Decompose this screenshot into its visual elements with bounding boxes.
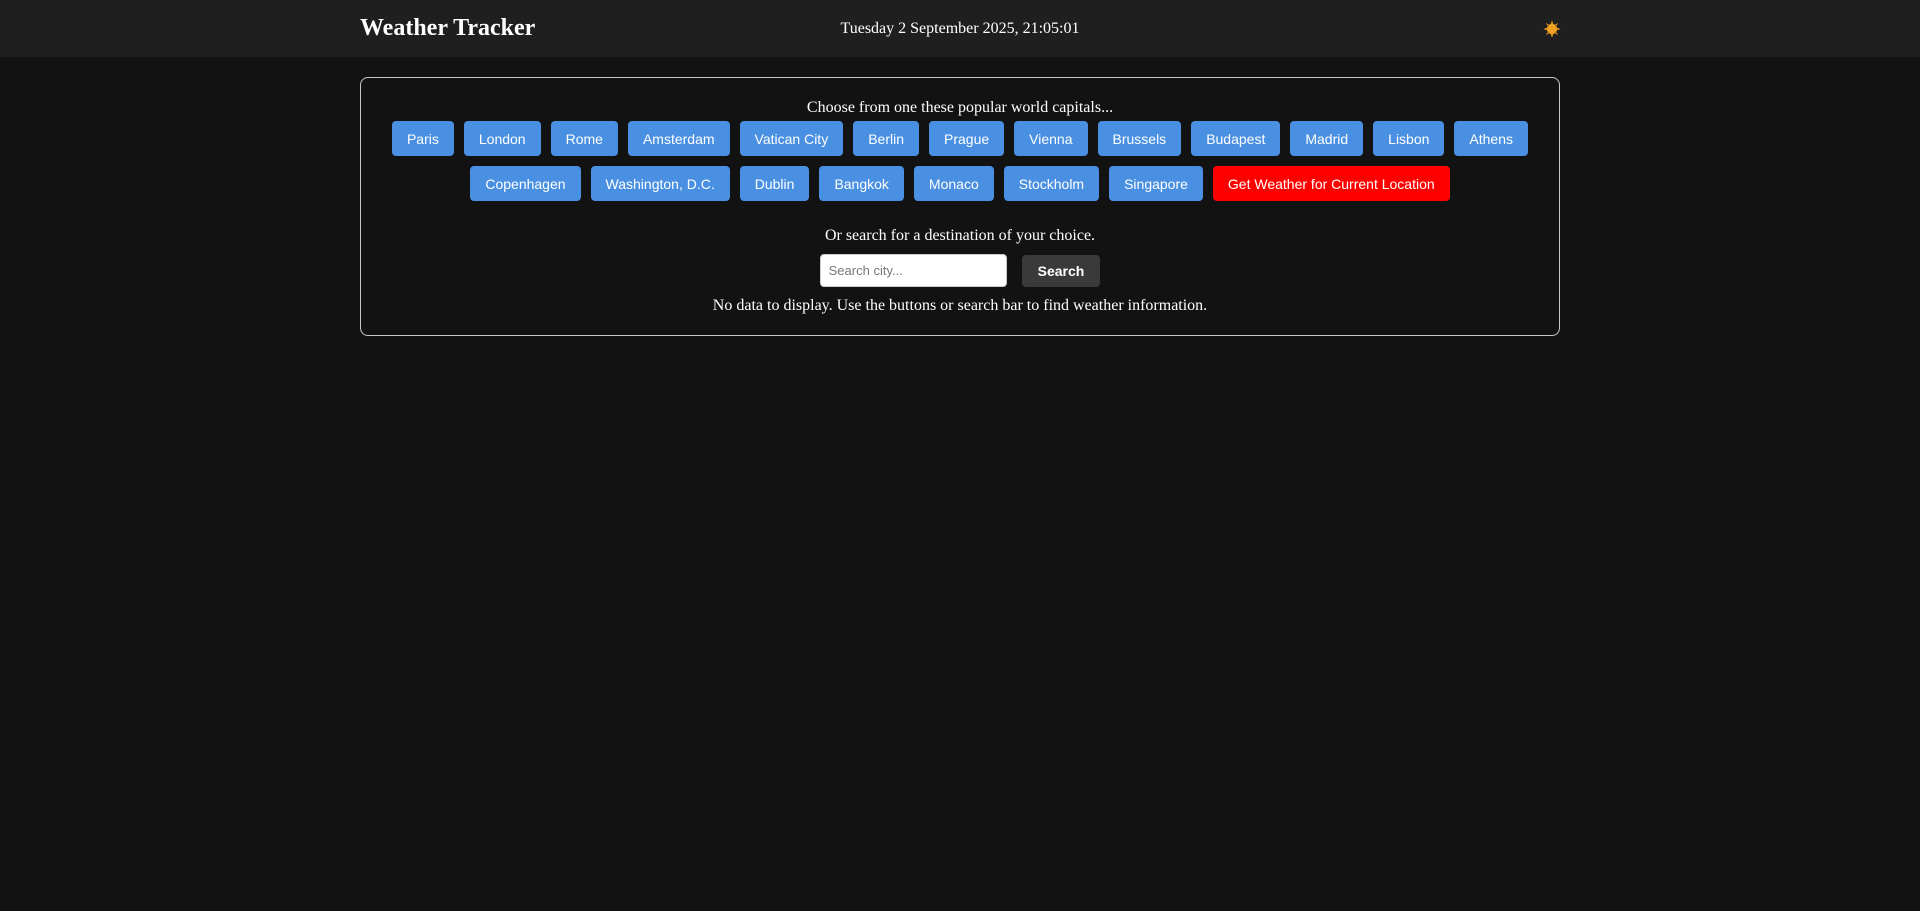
city-button-stockholm[interactable]: Stockholm bbox=[1003, 166, 1100, 201]
city-button-madrid[interactable]: Madrid bbox=[1290, 121, 1364, 156]
city-row-1: Paris London Rome Amsterdam Vatican City… bbox=[361, 121, 1559, 156]
city-button-paris[interactable]: Paris bbox=[391, 121, 454, 156]
app-header: Tuesday 2 September 2025, 21:05:01 Weath… bbox=[0, 0, 1920, 57]
search-intro: Or search for a destination of your choi… bbox=[824, 227, 1096, 244]
city-button-london[interactable]: London bbox=[463, 121, 541, 156]
search-button[interactable]: Search bbox=[1021, 254, 1101, 287]
city-button-singapore[interactable]: Singapore bbox=[1109, 166, 1203, 201]
city-button-berlin[interactable]: Berlin bbox=[853, 121, 919, 156]
city-button-budapest[interactable]: Budapest bbox=[1191, 121, 1281, 156]
city-button-vienna[interactable]: Vienna bbox=[1014, 121, 1088, 156]
search-bar: Search bbox=[361, 254, 1559, 287]
city-button-copenhagen[interactable]: Copenhagen bbox=[470, 166, 581, 201]
theme-toggle-button[interactable] bbox=[1538, 15, 1566, 43]
city-row-2: Copenhagen Washington, D.C. Dublin Bangk… bbox=[361, 166, 1559, 201]
empty-state-message: No data to display. Use the buttons or s… bbox=[712, 297, 1208, 314]
current-location-button[interactable]: Get Weather for Current Location bbox=[1212, 166, 1450, 201]
city-button-prague[interactable]: Prague bbox=[929, 121, 1005, 156]
header-inner: Weather Tracker bbox=[360, 0, 1561, 57]
city-button-athens[interactable]: Athens bbox=[1454, 121, 1529, 156]
city-button-bangkok[interactable]: Bangkok bbox=[819, 166, 904, 201]
search-panel: Choose from one these popular world capi… bbox=[360, 77, 1560, 336]
city-button-monaco[interactable]: Monaco bbox=[913, 166, 994, 201]
search-input[interactable] bbox=[819, 254, 1007, 287]
capitals-intro: Choose from one these popular world capi… bbox=[806, 99, 1114, 116]
city-button-vatican-city[interactable]: Vatican City bbox=[739, 121, 844, 156]
city-button-lisbon[interactable]: Lisbon bbox=[1373, 121, 1445, 156]
city-button-brussels[interactable]: Brussels bbox=[1097, 121, 1182, 156]
city-button-washington-dc[interactable]: Washington, D.C. bbox=[590, 166, 730, 201]
sun-icon bbox=[1543, 20, 1561, 37]
city-buttons: Paris London Rome Amsterdam Vatican City… bbox=[361, 121, 1559, 211]
city-button-amsterdam[interactable]: Amsterdam bbox=[627, 121, 730, 156]
city-button-dublin[interactable]: Dublin bbox=[739, 166, 810, 201]
city-button-rome[interactable]: Rome bbox=[550, 121, 618, 156]
app-title: Weather Tracker bbox=[360, 15, 536, 41]
